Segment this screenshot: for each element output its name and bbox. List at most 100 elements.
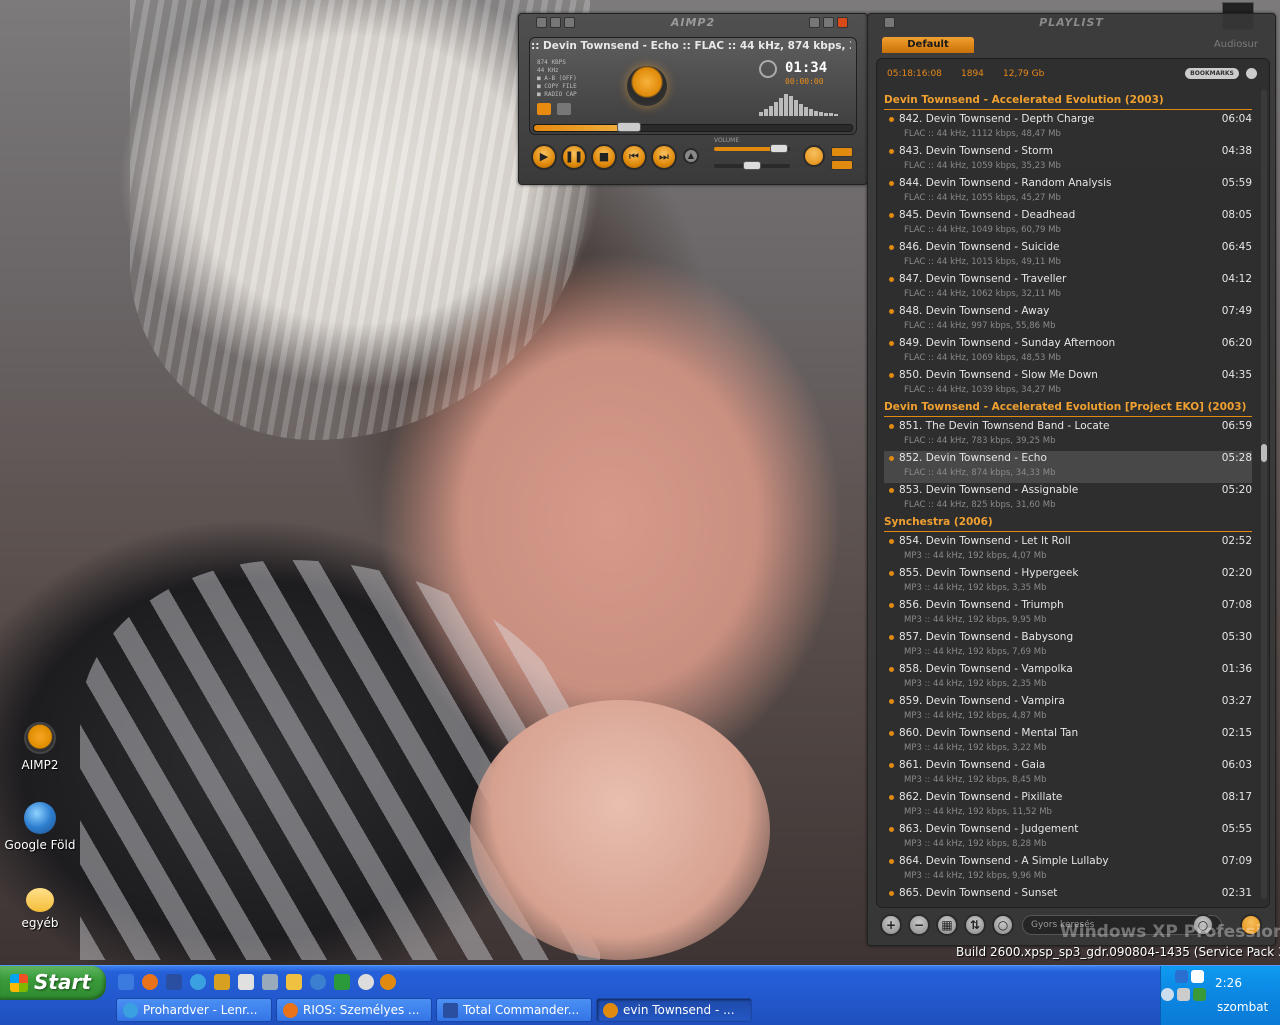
playlist-track-row[interactable]: 853. Devin Townsend - Assignable 05:20 FLA… bbox=[884, 483, 1252, 515]
previous-button[interactable]: ⏮ bbox=[621, 144, 647, 170]
track-info: FLAC :: 44 kHz, 1112 kbps, 48,47 Mb bbox=[904, 129, 1061, 139]
calculator-quicklaunch-icon[interactable] bbox=[262, 974, 278, 990]
info-copy-file[interactable]: ■ COPY FILE bbox=[537, 83, 577, 91]
playlist-track-row[interactable]: 858. Devin Townsend - Vampolka 01:36 MP3 :… bbox=[884, 662, 1252, 694]
playlist-track-row[interactable]: 854. Devin Townsend - Let It Roll 02:52 MP… bbox=[884, 534, 1252, 566]
tray-expand-icon[interactable] bbox=[1161, 988, 1174, 1001]
timer-icon[interactable] bbox=[759, 60, 777, 78]
track-info: FLAC :: 44 kHz, 997 kbps, 55,86 Mb bbox=[904, 321, 1056, 331]
equalizer-icon[interactable] bbox=[537, 103, 551, 115]
playlist-track-row[interactable]: 856. Devin Townsend - Triumph 07:08 MP3 ::… bbox=[884, 598, 1252, 630]
media-quicklaunch-icon[interactable] bbox=[358, 974, 374, 990]
playlist-track-row[interactable]: 847. Devin Townsend - Traveller 04:12 FLAC… bbox=[884, 272, 1252, 304]
volume-icon[interactable] bbox=[1177, 988, 1190, 1001]
aimp-quicklaunch-icon[interactable] bbox=[380, 974, 396, 990]
next-button[interactable]: ⏭ bbox=[651, 144, 677, 170]
balance-slider[interactable] bbox=[714, 161, 790, 170]
task-button-rios[interactable]: RIOS: Személyes ... bbox=[276, 998, 432, 1022]
playlist-group-header[interactable]: Synchestra (2006) bbox=[884, 515, 1252, 532]
tray-clock[interactable]: 2:26 bbox=[1215, 976, 1242, 990]
winamp-quicklaunch-icon[interactable] bbox=[214, 974, 230, 990]
aimp-player-window[interactable]: AIMP2 :: Devin Townsend - Echo :: FLAC :… bbox=[518, 13, 868, 185]
playlist-track-row[interactable]: 851. The Devin Townsend Band - Locate 06:… bbox=[884, 419, 1252, 451]
desktop-icon-google-earth[interactable]: Google Föld bbox=[0, 802, 80, 852]
playlist-track-row[interactable]: 860. Devin Townsend - Mental Tan 02:15 MP3… bbox=[884, 726, 1252, 758]
paint-quicklaunch-icon[interactable] bbox=[238, 974, 254, 990]
task-button-prohardver[interactable]: Prohardver - Lenr... bbox=[116, 998, 272, 1022]
playlist-group-header[interactable]: Devin Townsend - Accelerated Evolution (… bbox=[884, 93, 1252, 110]
playlist-track-row[interactable]: 846. Devin Townsend - Suicide 06:45 FLAC :… bbox=[884, 240, 1252, 272]
shuffle-button[interactable] bbox=[831, 160, 853, 170]
app-quicklaunch-icon[interactable] bbox=[334, 974, 350, 990]
playlist-track-row[interactable]: 850. Devin Townsend - Slow Me Down 04:35 F… bbox=[884, 368, 1252, 400]
select-button[interactable]: ▦ bbox=[936, 914, 958, 936]
balance-handle[interactable] bbox=[743, 161, 761, 170]
stop-button[interactable]: ■ bbox=[591, 144, 617, 170]
desktop-icon-folder[interactable]: egyéb bbox=[0, 882, 80, 930]
network-icon[interactable] bbox=[1175, 970, 1188, 983]
playlist-track-row[interactable]: 865. Devin Townsend - Sunset 02:31 bbox=[884, 886, 1252, 907]
tab-default[interactable]: Default bbox=[882, 37, 974, 53]
repeat-button[interactable] bbox=[831, 147, 853, 157]
playlist-track-row[interactable]: 864. Devin Townsend - A Simple Lullaby 07… bbox=[884, 854, 1252, 886]
playlist-track-row[interactable]: 842. Devin Townsend - Depth Charge 06:04 F… bbox=[884, 112, 1252, 144]
task-button-aimp[interactable]: evin Townsend - ... bbox=[596, 998, 752, 1022]
playlist-toggle-button[interactable] bbox=[803, 145, 825, 167]
tab-audiosur[interactable]: Audiosur bbox=[1214, 39, 1258, 50]
play-button[interactable]: ▶ bbox=[531, 144, 557, 170]
playlist-scrollbar[interactable] bbox=[1261, 89, 1267, 899]
antivirus-icon[interactable] bbox=[1193, 988, 1206, 1001]
sort-button[interactable]: ⇅ bbox=[964, 914, 986, 936]
playlist-group-header[interactable]: Devin Townsend - Accelerated Evolution [… bbox=[884, 400, 1252, 417]
player-restore-button[interactable] bbox=[823, 17, 834, 28]
playlist-track-row[interactable]: 862. Devin Townsend - Pixillate 08:17 MP3 … bbox=[884, 790, 1252, 822]
desktop-quicklaunch-icon[interactable] bbox=[118, 974, 134, 990]
track-duration: 06:45 bbox=[1221, 241, 1252, 253]
playlist-track-row[interactable]: 843. Devin Townsend - Storm 04:38 FLAC :: … bbox=[884, 144, 1252, 176]
playlist-track-row[interactable]: 859. Devin Townsend - Vampira 03:27 MP3 ::… bbox=[884, 694, 1252, 726]
add-track-button[interactable]: + bbox=[880, 914, 902, 936]
volume-slider[interactable] bbox=[714, 144, 790, 153]
firefox-quicklaunch-icon[interactable] bbox=[142, 974, 158, 990]
track-info: FLAC :: 44 kHz, 1039 kbps, 34,27 Mb bbox=[904, 385, 1061, 395]
playlist-track-row[interactable]: 863. Devin Townsend - Judgement 05:55 MP3 … bbox=[884, 822, 1252, 854]
playlist-track-row[interactable]: 857. Devin Townsend - Babysong 05:30 MP3 :… bbox=[884, 630, 1252, 662]
pause-button[interactable]: ❚❚ bbox=[561, 144, 587, 170]
playlist-scrollbar-thumb[interactable] bbox=[1261, 444, 1267, 462]
security-shield-icon[interactable] bbox=[1191, 970, 1204, 983]
floppy-quicklaunch-icon[interactable] bbox=[166, 974, 182, 990]
volume-handle[interactable] bbox=[769, 144, 788, 153]
playlist-track-row[interactable]: 861. Devin Townsend - Gaia 06:03 MP3 :: 44… bbox=[884, 758, 1252, 790]
desktop-icon-aimp2[interactable]: AIMP2 bbox=[0, 722, 80, 772]
bookmarks-button[interactable]: BOOKMARKS bbox=[1185, 68, 1239, 79]
info-ab-repeat[interactable]: ■ A-B (OFF) bbox=[537, 75, 577, 83]
player-minimize-button[interactable] bbox=[809, 17, 820, 28]
visualization-icon[interactable] bbox=[557, 103, 571, 115]
playlist-close-icon[interactable] bbox=[1246, 68, 1257, 79]
playback-time[interactable]: 01:34 bbox=[785, 60, 845, 76]
playlist-window[interactable]: PLAYLIST Default Audiosur 05:18:16:08 18… bbox=[867, 13, 1276, 946]
messenger-quicklaunch-icon[interactable] bbox=[286, 974, 302, 990]
remove-track-button[interactable]: − bbox=[908, 914, 930, 936]
start-button[interactable]: Start bbox=[0, 966, 106, 1000]
seek-bar[interactable] bbox=[533, 122, 853, 132]
player-titlebar[interactable]: AIMP2 bbox=[519, 14, 867, 32]
task-button-total-commander[interactable]: Total Commander... bbox=[436, 998, 592, 1022]
playlist-track-row[interactable]: 855. Devin Townsend - Hypergeek 02:20 MP3 … bbox=[884, 566, 1252, 598]
track-duration: 05:59 bbox=[1221, 177, 1252, 189]
playlist-track-row[interactable]: 845. Devin Townsend - Deadhead 08:05 FLAC … bbox=[884, 208, 1252, 240]
track-duration: 06:59 bbox=[1221, 420, 1252, 432]
earth-quicklaunch-icon[interactable] bbox=[310, 974, 326, 990]
seek-bar-handle[interactable] bbox=[617, 122, 642, 132]
playlist-track-row[interactable]: 852. Devin Townsend - Echo 05:28 FLAC :: 4… bbox=[884, 451, 1252, 483]
search-icon[interactable]: ○ bbox=[992, 914, 1014, 936]
playlist-track-row[interactable]: 844. Devin Townsend - Random Analysis 05:… bbox=[884, 176, 1252, 208]
playlist-track-row[interactable]: 848. Devin Townsend - Away 07:49 FLAC :: 4… bbox=[884, 304, 1252, 336]
ie-quicklaunch-icon[interactable] bbox=[190, 974, 206, 990]
player-close-button[interactable] bbox=[837, 17, 848, 28]
playlist-track-row[interactable]: 849. Devin Townsend - Sunday Afternoon 06… bbox=[884, 336, 1252, 368]
info-radio-cap[interactable]: ■ RADIO CAP bbox=[537, 91, 577, 99]
open-file-button[interactable]: ▲ bbox=[683, 148, 699, 164]
task-label: evin Townsend - ... bbox=[623, 1003, 735, 1017]
track-duration: 05:30 bbox=[1221, 631, 1252, 643]
